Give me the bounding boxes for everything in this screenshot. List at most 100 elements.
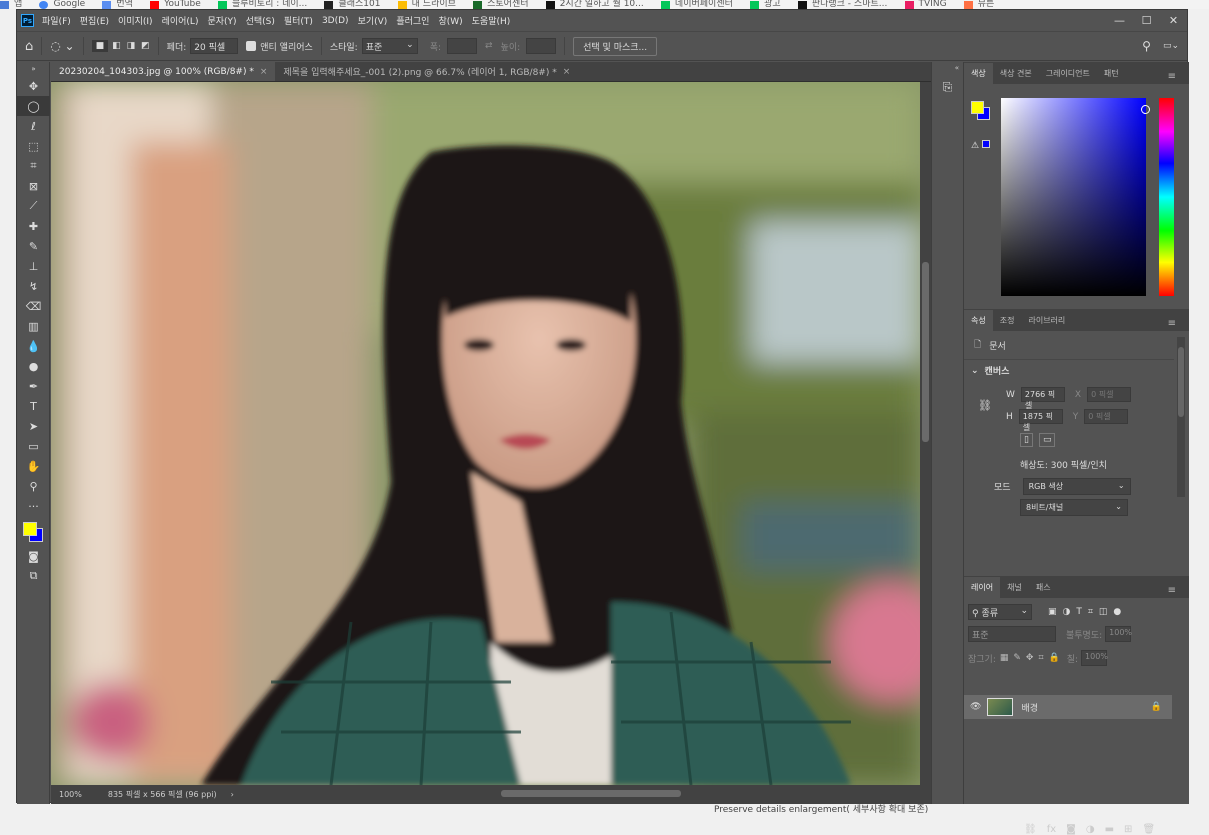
bookmark-item[interactable]: 광고 xyxy=(750,0,781,9)
minimize-button[interactable]: — xyxy=(1106,14,1133,27)
y-input[interactable]: 0 픽셀 xyxy=(1084,409,1129,424)
tab-adjustments[interactable]: 조정 xyxy=(993,310,1022,331)
bookmark-item[interactable]: 블루비토리 : 네이... xyxy=(217,0,307,9)
dodge-tool-icon[interactable]: ● xyxy=(17,356,50,376)
frame-tool-icon[interactable]: ⊠ xyxy=(17,176,50,196)
blur-tool-icon[interactable]: 💧 xyxy=(17,336,50,356)
eraser-tool-icon[interactable]: ⌫ xyxy=(17,296,50,316)
new-group-icon[interactable]: ▬ xyxy=(1105,824,1114,835)
layer-filter-icons[interactable]: ▣◑T⌗◫● xyxy=(1048,607,1127,617)
menu-type[interactable]: 문자(Y) xyxy=(207,14,236,27)
screen-mode-icon[interactable]: ⧉ xyxy=(17,566,50,586)
object-selection-tool-icon[interactable]: ⬚ xyxy=(17,136,50,156)
menu-layer[interactable]: 레이어(L) xyxy=(162,14,199,27)
menu-view[interactable]: 보기(V) xyxy=(358,14,388,27)
adjustment-layer-icon[interactable]: ◑ xyxy=(1086,824,1095,835)
history-brush-tool-icon[interactable]: ↯ xyxy=(17,276,50,296)
collapse-icon[interactable]: « xyxy=(932,62,963,74)
hand-tool-icon[interactable]: ✋ xyxy=(17,456,50,476)
clone-stamp-tool-icon[interactable]: ⊥ xyxy=(17,256,50,276)
menu-select[interactable]: 선택(S) xyxy=(246,14,275,27)
history-panel-icon[interactable]: ⎘ xyxy=(932,80,963,95)
opacity-input[interactable]: 100% xyxy=(1105,626,1132,642)
intersect-selection-icon[interactable]: ◩ xyxy=(141,41,150,51)
pen-tool-icon[interactable]: ✒ xyxy=(17,376,50,396)
close-icon[interactable]: × xyxy=(260,67,268,77)
tab-patterns[interactable]: 패턴 xyxy=(1097,63,1126,84)
style-select[interactable]: 표준 ⌄ xyxy=(361,38,418,54)
lock-icons[interactable]: ▦✎✥⌗🔒 xyxy=(1000,653,1065,663)
bookmark-item[interactable]: 2시간 일하고 월 10... xyxy=(545,0,644,9)
bookmark-item[interactable]: 뮤튼 xyxy=(963,0,994,9)
add-mask-icon[interactable]: ◙ xyxy=(1066,824,1076,835)
home-icon[interactable]: ⌂ xyxy=(25,39,33,54)
bookmark-item[interactable]: TVING xyxy=(904,0,947,9)
menu-help[interactable]: 도움말(H) xyxy=(472,14,511,27)
feather-input[interactable]: 20 픽셀 xyxy=(190,38,239,54)
crop-tool-icon[interactable]: ⌗ xyxy=(17,156,50,176)
tab-libraries[interactable]: 라이브러리 xyxy=(1021,310,1072,331)
bookmark-item[interactable]: 스토어센터 xyxy=(473,0,529,9)
horizontal-scrollbar[interactable] xyxy=(501,790,681,797)
menu-filter[interactable]: 필터(T) xyxy=(284,14,313,27)
link-icon[interactable]: ⛓ xyxy=(978,399,992,412)
foreground-color-swatch[interactable] xyxy=(23,522,37,536)
eyedropper-tool-icon[interactable]: ⟋ xyxy=(17,196,50,216)
new-layer-icon[interactable]: ⊞ xyxy=(1124,824,1132,835)
bookmark-item[interactable]: 앱 xyxy=(0,0,22,9)
gradient-tool-icon[interactable]: ▥ xyxy=(17,316,50,336)
menu-plugins[interactable]: 플러그인 xyxy=(396,14,429,27)
bookmark-item[interactable]: 클래스101 xyxy=(324,0,380,9)
fx-icon[interactable]: fx xyxy=(1047,824,1056,835)
swap-icon[interactable]: ⇄ xyxy=(485,41,493,51)
landscape-orientation-icon[interactable]: ▭ xyxy=(1038,433,1056,447)
healing-brush-tool-icon[interactable]: ✚ xyxy=(17,216,50,236)
new-selection-icon[interactable]: ■ xyxy=(91,40,109,52)
menu-file[interactable]: 파일(F) xyxy=(42,14,71,27)
workspace-icon[interactable]: ▭⌄ xyxy=(1163,41,1179,51)
blend-mode-select[interactable]: 표준 xyxy=(968,626,1056,642)
status-arrow-icon[interactable]: › xyxy=(231,790,234,799)
chevron-down-icon[interactable]: ⌄ xyxy=(971,366,979,376)
menu-3d[interactable]: 3D(D) xyxy=(322,16,349,26)
link-layers-icon[interactable]: ⛓ xyxy=(1024,824,1037,835)
portrait-orientation-icon[interactable]: ▯ xyxy=(1020,433,1033,447)
antialias-checkbox[interactable] xyxy=(246,41,257,51)
menu-window[interactable]: 창(W) xyxy=(438,14,462,27)
image-canvas[interactable] xyxy=(51,82,920,785)
bookmark-item[interactable]: Google xyxy=(39,0,85,9)
select-and-mask-button[interactable]: 선택 및 마스크... xyxy=(573,36,658,56)
bookmark-item[interactable]: 네이버페이센터 xyxy=(660,0,733,9)
quick-mask-icon[interactable]: ◙ xyxy=(17,546,50,566)
vertical-scrollbar[interactable] xyxy=(920,82,931,785)
layer-kind-filter[interactable]: ⚲ 종류 ⌄ xyxy=(968,604,1032,620)
color-picker-handle[interactable] xyxy=(1141,105,1150,114)
tab-color[interactable]: 색상 xyxy=(964,62,993,84)
bookmark-item[interactable]: 판다랭크 - 스마트... xyxy=(797,0,887,9)
menu-image[interactable]: 이미지(I) xyxy=(118,14,153,27)
foreground-color-swatch[interactable] xyxy=(971,101,984,114)
bit-depth-select[interactable]: 8비트/채널 ⌄ xyxy=(1020,499,1128,516)
add-selection-icon[interactable]: ◧ xyxy=(112,41,121,51)
maximize-button[interactable]: ☐ xyxy=(1133,14,1160,27)
brush-tool-icon[interactable]: ✎ xyxy=(17,236,50,256)
tab-channels[interactable]: 채널 xyxy=(1000,577,1029,598)
zoom-level[interactable]: 100% xyxy=(59,790,82,799)
collapse-icon[interactable]: » xyxy=(17,62,50,76)
width-input[interactable] xyxy=(447,38,477,54)
more-tools-icon[interactable]: ··· xyxy=(17,496,50,516)
color-mode-select[interactable]: RGB 색상 ⌄ xyxy=(1022,478,1131,495)
x-input[interactable]: 0 픽셀 xyxy=(1087,387,1132,402)
tab-swatches[interactable]: 색상 견본 xyxy=(993,63,1039,84)
tab-gradients[interactable]: 그레이디언트 xyxy=(1039,63,1097,84)
layer-name[interactable]: 배경 xyxy=(1021,701,1038,714)
color-swatches[interactable] xyxy=(17,516,50,546)
lasso-tool-icon[interactable]: ℓ xyxy=(17,116,50,136)
move-tool-icon[interactable]: ✥ xyxy=(17,76,50,96)
canvas-height-input[interactable]: 1875 픽셀 xyxy=(1018,409,1063,432)
menu-edit[interactable]: 편집(E) xyxy=(80,14,109,27)
close-icon[interactable]: × xyxy=(563,67,571,77)
elliptical-marquee-preset-icon[interactable]: ◌ ⌄ xyxy=(50,39,74,53)
bookmark-item[interactable]: 내 드라이브 xyxy=(397,0,456,9)
lock-icon[interactable]: 🔒 xyxy=(1151,702,1162,712)
